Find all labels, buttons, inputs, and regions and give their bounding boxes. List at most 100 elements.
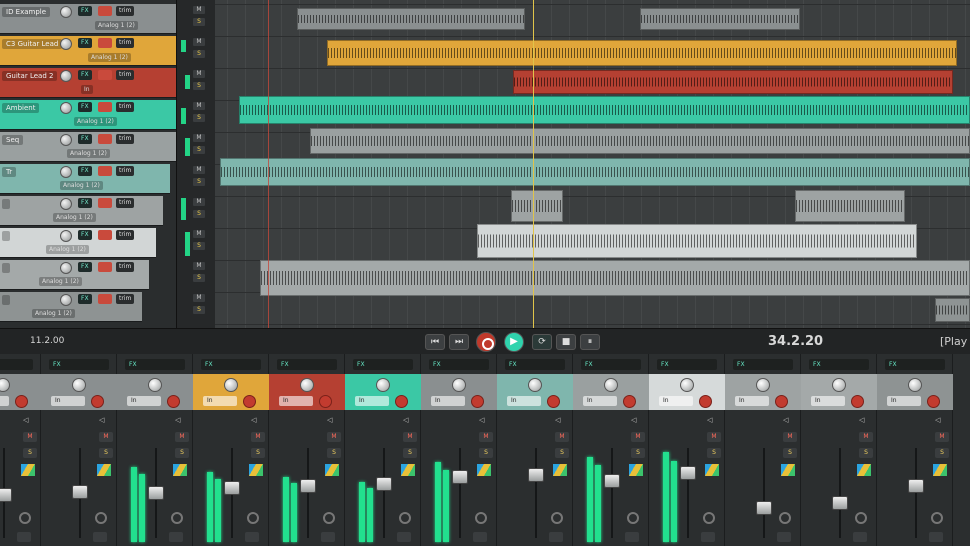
input-button[interactable]: In [811, 396, 845, 406]
fx-chain-button[interactable]: FX [885, 359, 945, 370]
pan-knob[interactable] [756, 378, 770, 392]
mixer-channel[interactable]: FXIn◁MS [41, 354, 117, 546]
track-header[interactable]: FXtrimAnalog 1 (2) [0, 260, 149, 290]
volume-knob[interactable] [60, 294, 72, 306]
input-button[interactable]: In [431, 396, 465, 406]
phase-icon[interactable] [475, 512, 487, 524]
fx-chain-button[interactable]: FX [505, 359, 565, 370]
pan-knob[interactable] [832, 378, 846, 392]
envelope-button[interactable] [777, 532, 791, 542]
track-name[interactable] [2, 295, 10, 305]
input-route[interactable]: Analog 1 (2) [39, 277, 82, 286]
volume-fader[interactable] [224, 481, 240, 495]
trim-button[interactable]: trim [116, 70, 134, 80]
solo-button[interactable]: S [193, 178, 205, 186]
solo-button[interactable]: S [193, 210, 205, 218]
solo-button[interactable]: S [193, 274, 205, 282]
fx-chain-button[interactable]: FX [125, 359, 185, 370]
trim-button[interactable]: trim [116, 134, 134, 144]
routing-icon[interactable] [325, 464, 339, 476]
volume-fader[interactable] [452, 470, 468, 484]
track-header[interactable]: C3 Guitar LeadFXtrimAnalog 1 (2) [0, 36, 198, 66]
trim-button[interactable]: trim [116, 294, 134, 304]
media-item[interactable] [795, 190, 905, 222]
mute-button[interactable]: M [175, 432, 189, 442]
mute-button[interactable]: M [327, 432, 341, 442]
input-button[interactable]: In [355, 396, 389, 406]
mixer-channel[interactable]: FXIn◁MS [269, 354, 345, 546]
input-button[interactable]: In [583, 396, 617, 406]
phase-icon[interactable] [95, 512, 107, 524]
phase-icon[interactable] [931, 512, 943, 524]
mute-button[interactable]: M [193, 70, 205, 78]
record-arm-button[interactable] [98, 230, 112, 240]
input-route[interactable]: Analog 1 (2) [88, 53, 131, 62]
pan-knob[interactable] [72, 378, 86, 392]
record-arm-button[interactable] [243, 395, 256, 408]
input-route[interactable]: Analog 1 (2) [32, 309, 75, 318]
media-item[interactable] [220, 158, 970, 186]
envelope-button[interactable] [929, 532, 943, 542]
pan-knob[interactable] [376, 378, 390, 392]
fx-button[interactable]: FX [78, 262, 92, 272]
trim-button[interactable]: trim [116, 38, 134, 48]
mute-button[interactable]: M [99, 432, 113, 442]
mute-button[interactable]: M [193, 6, 205, 14]
routing-icon[interactable] [249, 464, 263, 476]
track-name[interactable]: Guitar Lead 2 [2, 71, 57, 81]
pan-knob[interactable] [604, 378, 618, 392]
record-arm-button[interactable] [98, 294, 112, 304]
track-header[interactable]: Guitar Lead 2 FX trim In [0, 68, 191, 98]
mute-button[interactable]: M [193, 198, 205, 206]
solo-button[interactable]: S [23, 448, 37, 458]
fx-chain-button[interactable]: FX [733, 359, 793, 370]
record-arm-button[interactable] [91, 395, 104, 408]
solo-button[interactable]: S [707, 448, 721, 458]
pan-knob[interactable] [148, 378, 162, 392]
solo-button[interactable]: S [193, 18, 205, 26]
fx-button[interactable]: FX [78, 166, 92, 176]
fx-button[interactable]: FX [78, 6, 92, 16]
input-route[interactable]: Analog 1 (2) [46, 245, 89, 254]
arrange-view[interactable] [215, 0, 970, 328]
mute-button[interactable]: M [23, 432, 37, 442]
mute-button[interactable]: M [193, 134, 205, 142]
record-arm-button[interactable] [98, 102, 112, 112]
volume-knob[interactable] [60, 70, 72, 82]
track-name[interactable] [2, 263, 10, 273]
envelope-button[interactable] [169, 532, 183, 542]
fx-chain-button[interactable]: FX [657, 359, 717, 370]
envelope-button[interactable] [397, 532, 411, 542]
solo-button[interactable]: S [99, 448, 113, 458]
routing-icon[interactable] [857, 464, 871, 476]
fx-button[interactable]: FX [78, 230, 92, 240]
fx-chain-button[interactable]: FX [277, 359, 337, 370]
phase-icon[interactable] [19, 512, 31, 524]
fx-chain-button[interactable]: FX [429, 359, 489, 370]
go-to-start-button[interactable]: ⏮ [425, 334, 445, 350]
routing-icon[interactable] [933, 464, 947, 476]
volume-knob[interactable] [60, 198, 72, 210]
mixer-channel[interactable]: FXIn◁MS [193, 354, 269, 546]
input-button[interactable]: In [279, 396, 313, 406]
mute-button[interactable]: M [631, 432, 645, 442]
fx-button[interactable]: FX [78, 294, 92, 304]
input-route[interactable]: In [81, 85, 93, 94]
mixer-channel[interactable]: FXIn◁MS [421, 354, 497, 546]
track-header[interactable]: FX trim Analog 1 (2) [0, 292, 142, 322]
input-route[interactable]: Analog 1 (2) [74, 117, 117, 126]
volume-fader[interactable] [72, 485, 88, 499]
pan-knob[interactable] [908, 378, 922, 392]
envelope-button[interactable] [625, 532, 639, 542]
input-button[interactable]: In [659, 396, 693, 406]
fx-button[interactable]: FX [78, 70, 92, 80]
track-name[interactable] [2, 231, 10, 241]
trim-button[interactable]: trim [116, 6, 134, 16]
pan-knob[interactable] [0, 378, 10, 392]
envelope-button[interactable] [245, 532, 259, 542]
mute-button[interactable]: M [193, 294, 205, 302]
mute-button[interactable]: M [193, 166, 205, 174]
record-arm-button[interactable] [547, 395, 560, 408]
pan-knob[interactable] [528, 378, 542, 392]
mute-button[interactable]: M [193, 230, 205, 238]
